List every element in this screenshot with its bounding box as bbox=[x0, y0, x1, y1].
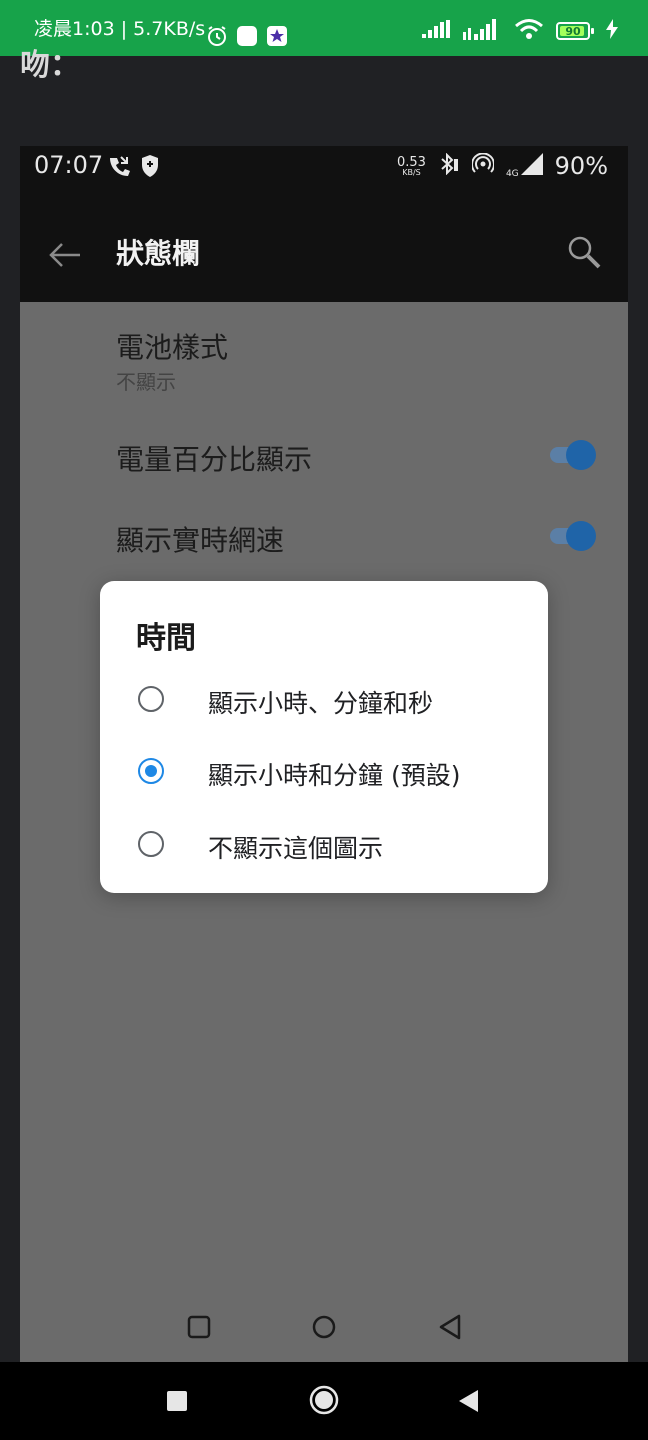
search-icon[interactable] bbox=[566, 234, 602, 274]
time-format-dialog: 時間 顯示小時、分鐘和秒 顯示小時和分鐘 (預設) 不顯示這個圖示 bbox=[100, 581, 548, 893]
option-label: 不顯示這個圖示 bbox=[208, 834, 384, 863]
inner-recents-icon[interactable] bbox=[187, 1315, 211, 1343]
radio-button[interactable] bbox=[138, 831, 164, 857]
outer-status-bar: 凌晨1:03 | 5.7KB/s 90 bbox=[0, 0, 648, 56]
cell-signal-icon bbox=[520, 153, 543, 179]
hotspot-icon bbox=[470, 152, 495, 179]
outer-time-speed: 凌晨1:03 | 5.7KB/s bbox=[34, 18, 206, 40]
net-speed-toggle[interactable] bbox=[546, 519, 598, 553]
dialog-title: 時間 bbox=[136, 621, 196, 656]
back-arrow-icon[interactable] bbox=[48, 240, 82, 274]
article-text-fragment: 吻： bbox=[20, 48, 80, 83]
setting-net-speed-title: 顯示實時網速 bbox=[116, 524, 285, 557]
inner-time: 07:07 bbox=[34, 151, 104, 179]
bluetooth-icon bbox=[438, 152, 460, 179]
setting-battery-percentage-title: 電量百分比顯示 bbox=[116, 443, 313, 476]
signal-4g-icon bbox=[462, 18, 502, 44]
alarm-icon bbox=[205, 24, 229, 52]
back-icon[interactable] bbox=[458, 1389, 480, 1417]
option-label: 顯示小時和分鐘 (預設) bbox=[208, 761, 461, 790]
notification-square-icon bbox=[236, 25, 258, 51]
inner-home-icon[interactable] bbox=[311, 1314, 337, 1344]
signal-icon bbox=[422, 20, 450, 42]
battery-percentage-toggle[interactable] bbox=[546, 438, 598, 472]
recents-icon[interactable] bbox=[167, 1391, 187, 1415]
page-title: 狀態欄 bbox=[116, 237, 201, 270]
inner-battery-percent: 90% bbox=[554, 152, 608, 180]
missed-call-icon bbox=[106, 154, 132, 185]
battery-level: 90 bbox=[565, 24, 581, 38]
inner-navigation-bar bbox=[20, 1292, 628, 1362]
option-hide-icon[interactable]: 不顯示這個圖示 bbox=[100, 810, 548, 882]
radio-button-selected[interactable] bbox=[138, 758, 164, 784]
star-app-icon bbox=[266, 25, 288, 51]
inner-back-icon[interactable] bbox=[438, 1314, 462, 1344]
option-label: 顯示小時、分鐘和秒 bbox=[208, 689, 434, 718]
shield-icon bbox=[140, 154, 160, 183]
setting-battery-style-value: 不顯示 bbox=[116, 370, 176, 394]
net-speed-unit: KB/S bbox=[402, 167, 421, 177]
setting-battery-style-title: 電池樣式 bbox=[116, 331, 229, 364]
app-toolbar: 狀態欄 bbox=[20, 210, 628, 302]
net-speed-value: 0.53 bbox=[397, 154, 426, 170]
option-hours-minutes-default[interactable]: 顯示小時和分鐘 (預設) bbox=[100, 737, 548, 809]
charging-icon bbox=[606, 19, 618, 43]
option-hours-minutes-seconds[interactable]: 顯示小時、分鐘和秒 bbox=[100, 665, 548, 737]
inner-status-bar: 07:07 0.53 KB/S 4G 90% bbox=[20, 146, 628, 210]
battery-icon: 90 bbox=[556, 22, 590, 40]
outer-navigation-bar bbox=[0, 1362, 648, 1440]
network-type-label: 4G bbox=[505, 169, 519, 179]
radio-button[interactable] bbox=[138, 686, 164, 712]
wifi-icon bbox=[514, 18, 544, 44]
home-icon[interactable] bbox=[309, 1385, 339, 1419]
